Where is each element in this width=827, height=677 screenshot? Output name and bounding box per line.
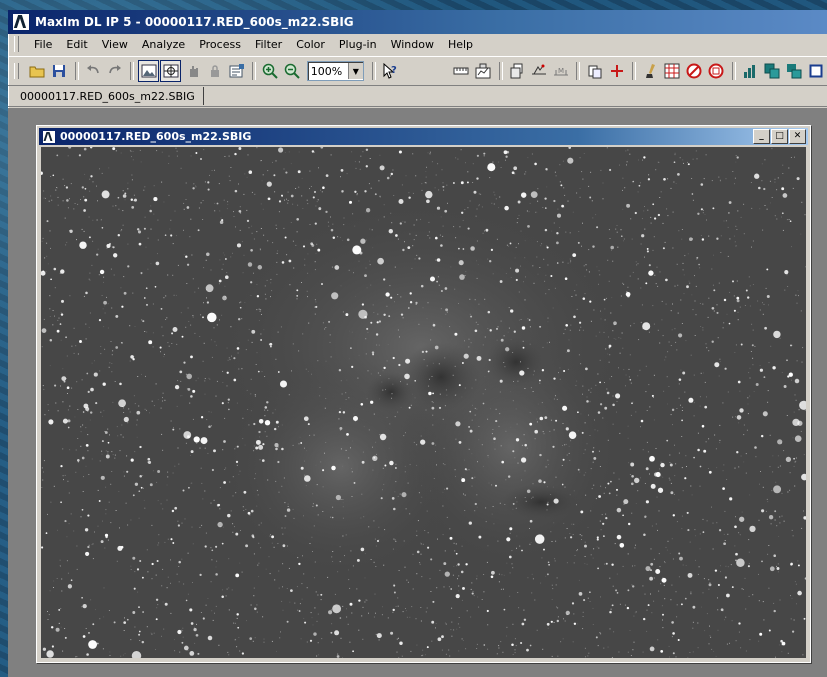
toolbar-grip[interactable] xyxy=(14,63,19,79)
overlay-icon[interactable] xyxy=(762,60,783,82)
image-window: 00000117.RED_600s_m22.SBIG _ □ ✕ xyxy=(36,125,811,663)
document-tab[interactable]: 00000117.RED_600s_m22.SBIG xyxy=(12,87,204,105)
toolbar-separator xyxy=(498,62,503,80)
chevron-down-icon[interactable]: ▼ xyxy=(347,63,363,79)
svg-text:?: ? xyxy=(391,65,397,76)
app-title: MaxIm DL IP 5 - 00000117.RED_600s_m22.SB… xyxy=(35,15,354,29)
zoom-in-icon[interactable] xyxy=(260,60,281,82)
toolbar-separator xyxy=(130,62,135,80)
histogram-icon[interactable] xyxy=(740,60,761,82)
menubar-grip[interactable] xyxy=(14,36,19,52)
menu-filter[interactable]: Filter xyxy=(248,36,289,53)
close-icon: ✕ xyxy=(793,131,802,141)
information-icon[interactable] xyxy=(226,60,247,82)
svg-text:M: M xyxy=(558,67,564,75)
stack-icon[interactable] xyxy=(507,60,528,82)
image-window-title: 00000117.RED_600s_m22.SBIG xyxy=(60,130,252,143)
measure-icon[interactable]: M xyxy=(551,60,572,82)
pan-hand-icon[interactable] xyxy=(182,60,203,82)
app-titlebar[interactable]: MaxIm DL IP 5 - 00000117.RED_600s_m22.SB… xyxy=(8,10,827,34)
maxim-app-icon[interactable] xyxy=(42,129,56,144)
menu-plug-in[interactable]: Plug-in xyxy=(332,36,384,53)
line-profile-icon[interactable] xyxy=(473,60,494,82)
hot-pixel-icon[interactable] xyxy=(706,60,727,82)
menu-view[interactable]: View xyxy=(95,36,135,53)
grid-icon[interactable] xyxy=(662,60,683,82)
toolbar-separator xyxy=(632,62,637,80)
image-window-titlebar[interactable]: 00000117.RED_600s_m22.SBIG _ □ ✕ xyxy=(39,128,808,145)
menubar: File Edit View Analyze Process Filter Co… xyxy=(8,34,827,54)
mdi-workspace: 00000117.RED_600s_m22.SBIG _ □ ✕ xyxy=(8,108,827,677)
lock-icon[interactable] xyxy=(204,60,225,82)
close-button[interactable]: ✕ xyxy=(789,129,806,144)
document-tab-label: 00000117.RED_600s_m22.SBIG xyxy=(20,89,195,103)
redo-icon[interactable] xyxy=(104,60,125,82)
maximize-button[interactable]: □ xyxy=(771,129,788,144)
window-controls: _ □ ✕ xyxy=(753,129,806,144)
main-toolbar: 100% ▼ ? M xyxy=(8,56,827,86)
menu-analyze[interactable]: Analyze xyxy=(135,36,192,53)
menu-color[interactable]: Color xyxy=(289,36,332,53)
menu-edit[interactable]: Edit xyxy=(59,36,94,53)
brush-icon[interactable] xyxy=(640,60,661,82)
menu-process[interactable]: Process xyxy=(192,36,248,53)
ruler-icon[interactable] xyxy=(451,60,472,82)
zoom-value: 100% xyxy=(310,64,343,78)
main-window: MaxIm DL IP 5 - 00000117.RED_600s_m22.SB… xyxy=(8,10,827,677)
crosshair-red-icon[interactable] xyxy=(606,60,627,82)
document-tabbar: 00000117.RED_600s_m22.SBIG xyxy=(8,86,827,107)
maximize-icon: □ xyxy=(775,131,784,141)
zoom-out-icon[interactable] xyxy=(282,60,303,82)
menu-help[interactable]: Help xyxy=(441,36,480,53)
crosshair-select-icon[interactable] xyxy=(160,60,182,82)
window-tile-icon[interactable] xyxy=(783,60,804,82)
toolbar-separator xyxy=(252,62,256,80)
align-icon[interactable] xyxy=(529,60,550,82)
menu-file[interactable]: File xyxy=(27,36,59,53)
help-pointer-icon[interactable]: ? xyxy=(380,60,401,82)
screen-stretch-icon[interactable] xyxy=(138,60,160,82)
undo-icon[interactable] xyxy=(83,60,104,82)
menu-window[interactable]: Window xyxy=(384,36,441,53)
save-disk-icon[interactable] xyxy=(49,60,70,82)
minimize-icon: _ xyxy=(759,131,764,141)
toolbar-separator xyxy=(731,62,736,80)
toolbar-separator xyxy=(576,62,581,80)
minimize-button[interactable]: _ xyxy=(753,129,770,144)
maxim-app-icon[interactable] xyxy=(12,13,30,31)
zoom-select[interactable]: 100% ▼ xyxy=(306,61,364,81)
astro-image-canvas[interactable] xyxy=(41,147,806,658)
copy-icon[interactable] xyxy=(584,60,605,82)
toolbar-separator xyxy=(74,62,79,80)
no-entry-icon[interactable] xyxy=(684,60,705,82)
open-folder-icon[interactable] xyxy=(27,60,48,82)
starfield-image[interactable] xyxy=(41,147,806,658)
toolbar-separator xyxy=(371,62,376,80)
square-icon[interactable] xyxy=(805,60,826,82)
